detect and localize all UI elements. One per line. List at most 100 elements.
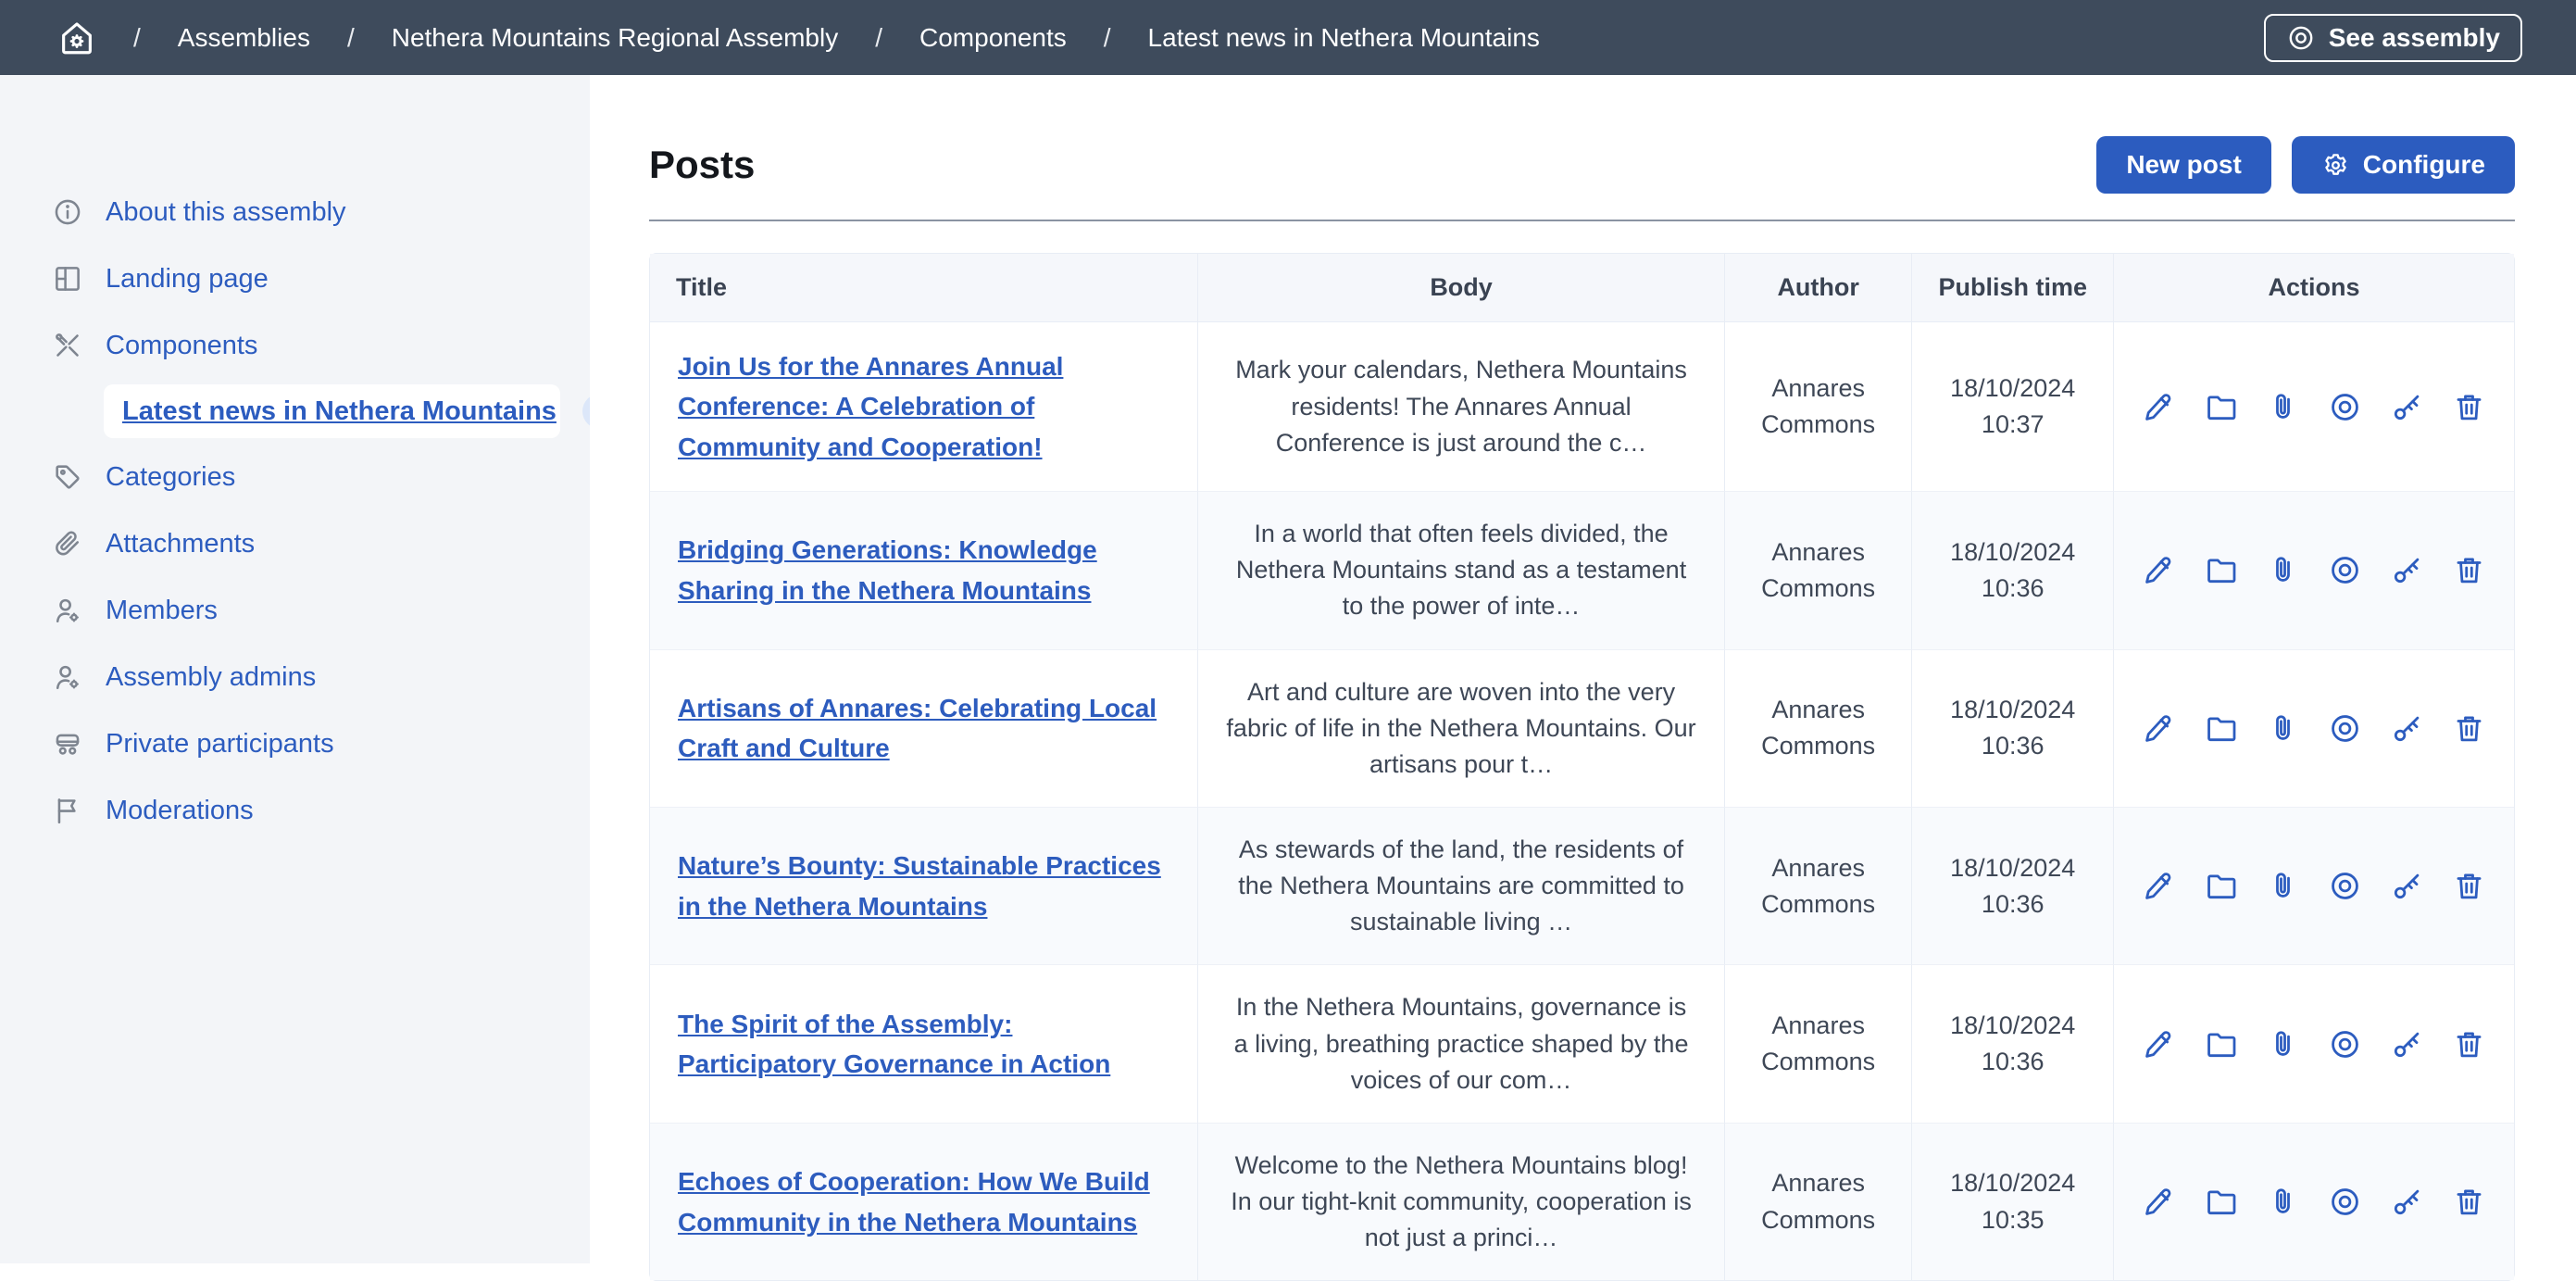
preview-action-button[interactable] — [2328, 1185, 2362, 1219]
post-author: Annares Commons — [1724, 650, 1912, 808]
column-header-actions: Actions — [2113, 254, 2514, 322]
page-title: Posts — [649, 143, 755, 187]
folder-action-button[interactable] — [2204, 390, 2238, 424]
new-post-button[interactable]: New post — [2096, 136, 2270, 194]
edit-action-button[interactable] — [2142, 1027, 2176, 1061]
see-assembly-button[interactable]: See assembly — [2264, 14, 2522, 62]
paperclip-icon — [2266, 1185, 2300, 1219]
sidebar-item-members[interactable]: Members — [0, 577, 590, 644]
sidebar-item-about[interactable]: About this assembly — [0, 179, 590, 245]
post-title-link[interactable]: Artisans of Annares: Celebrating Local C… — [678, 688, 1169, 769]
attachments-action-button[interactable] — [2266, 869, 2300, 903]
preview-action-button[interactable] — [2328, 1027, 2362, 1061]
edit-action-button[interactable] — [2142, 390, 2176, 424]
preview-action-button[interactable] — [2328, 869, 2362, 903]
column-header-publish-time: Publish time — [1911, 254, 2113, 322]
table-row: Echoes of Cooperation: How We Build Comm… — [650, 1124, 2514, 1280]
folder-action-button[interactable] — [2204, 553, 2238, 587]
breadcrumb-assembly-name[interactable]: Nethera Mountains Regional Assembly — [347, 23, 838, 53]
post-author: Annares Commons — [1724, 965, 1912, 1123]
permissions-action-button[interactable] — [2390, 390, 2424, 424]
trash-icon — [2452, 553, 2486, 587]
sidebar-item-categories[interactable]: Categories — [0, 444, 590, 510]
post-body-excerpt: In a world that often feels divided, the… — [1197, 492, 1724, 649]
topbar: Assemblies Nethera Mountains Regional As… — [0, 0, 2576, 75]
delete-action-button[interactable] — [2452, 390, 2486, 424]
sidebar-item-label: Moderations — [106, 796, 254, 826]
paperclip-icon — [2266, 711, 2300, 746]
post-title-link[interactable]: Bridging Generations: Knowledge Sharing … — [678, 530, 1169, 610]
row-actions — [2142, 1027, 2486, 1061]
breadcrumb-components[interactable]: Components — [875, 23, 1067, 53]
table-row: Artisans of Annares: Celebrating Local C… — [650, 650, 2514, 808]
key-icon — [2390, 1027, 2424, 1061]
edit-action-button[interactable] — [2142, 711, 2176, 746]
sidebar-subitem-link[interactable]: Latest news in Nethera Mountains — [122, 396, 556, 427]
sidebar-item-private-participants[interactable]: Private participants — [0, 710, 590, 777]
permissions-action-button[interactable] — [2390, 869, 2424, 903]
configure-label: Configure — [2363, 150, 2485, 180]
table-row: Bridging Generations: Knowledge Sharing … — [650, 492, 2514, 649]
attachments-action-button[interactable] — [2266, 1185, 2300, 1219]
pencil-icon — [2142, 553, 2176, 587]
preview-action-button[interactable] — [2328, 553, 2362, 587]
attachments-action-button[interactable] — [2266, 390, 2300, 424]
row-actions — [2142, 1185, 2486, 1219]
delete-action-button[interactable] — [2452, 553, 2486, 587]
post-title-link[interactable]: Echoes of Cooperation: How We Build Comm… — [678, 1162, 1169, 1242]
delete-action-button[interactable] — [2452, 869, 2486, 903]
edit-action-button[interactable] — [2142, 869, 2176, 903]
post-author: Annares Commons — [1724, 1124, 1912, 1280]
post-publish-time: 18/10/202410:36 — [1911, 965, 2113, 1123]
permissions-action-button[interactable] — [2390, 553, 2424, 587]
pencil-icon — [2142, 1027, 2176, 1061]
delete-action-button[interactable] — [2452, 711, 2486, 746]
folder-icon — [2204, 711, 2238, 746]
sidebar-item-assembly-admins[interactable]: Assembly admins — [0, 644, 590, 710]
folder-action-button[interactable] — [2204, 869, 2238, 903]
folder-action-button[interactable] — [2204, 711, 2238, 746]
sidebar-item-moderations[interactable]: Moderations — [0, 777, 590, 844]
edit-action-button[interactable] — [2142, 1185, 2176, 1219]
post-author: Annares Commons — [1724, 322, 1912, 492]
key-icon — [2390, 1185, 2424, 1219]
configure-button[interactable]: Configure — [2292, 136, 2515, 194]
sidebar-subitem-latest-news[interactable]: Latest news in Nethera Mountains 6 — [104, 384, 560, 438]
post-publish-time: 18/10/202410:35 — [1911, 1124, 2113, 1280]
sidebar-item-label: About this assembly — [106, 197, 346, 228]
paperclip-icon — [2266, 390, 2300, 424]
eye-icon — [2286, 23, 2316, 53]
post-title-link[interactable]: Join Us for the Annares Annual Conferenc… — [678, 346, 1169, 467]
permissions-action-button[interactable] — [2390, 711, 2424, 746]
post-author: Annares Commons — [1724, 492, 1912, 649]
key-icon — [2390, 869, 2424, 903]
preview-action-button[interactable] — [2328, 711, 2362, 746]
post-author: Annares Commons — [1724, 808, 1912, 965]
sidebar-item-components[interactable]: Components — [0, 312, 590, 379]
folder-icon — [2204, 869, 2238, 903]
key-icon — [2390, 390, 2424, 424]
delete-action-button[interactable] — [2452, 1027, 2486, 1061]
sidebar-item-attachments[interactable]: Attachments — [0, 510, 590, 577]
paperclip-icon — [2266, 869, 2300, 903]
post-body-excerpt: Art and culture are woven into the very … — [1197, 650, 1724, 808]
paperclip-icon — [2266, 553, 2300, 587]
folder-action-button[interactable] — [2204, 1027, 2238, 1061]
folder-action-button[interactable] — [2204, 1185, 2238, 1219]
permissions-action-button[interactable] — [2390, 1027, 2424, 1061]
edit-action-button[interactable] — [2142, 553, 2176, 587]
attachments-action-button[interactable] — [2266, 553, 2300, 587]
sidebar-item-landing-page[interactable]: Landing page — [0, 245, 590, 312]
permissions-action-button[interactable] — [2390, 1185, 2424, 1219]
breadcrumb-assemblies[interactable]: Assemblies — [133, 23, 310, 53]
home-link[interactable] — [57, 19, 96, 57]
post-title-link[interactable]: The Spirit of the Assembly: Participator… — [678, 1004, 1169, 1085]
folder-icon — [2204, 553, 2238, 587]
sidebar-item-label: Components — [106, 331, 257, 361]
post-title-link[interactable]: Nature’s Bounty: Sustainable Practices i… — [678, 846, 1169, 926]
attachments-action-button[interactable] — [2266, 1027, 2300, 1061]
preview-action-button[interactable] — [2328, 390, 2362, 424]
delete-action-button[interactable] — [2452, 1185, 2486, 1219]
attachments-action-button[interactable] — [2266, 711, 2300, 746]
key-icon — [2390, 711, 2424, 746]
